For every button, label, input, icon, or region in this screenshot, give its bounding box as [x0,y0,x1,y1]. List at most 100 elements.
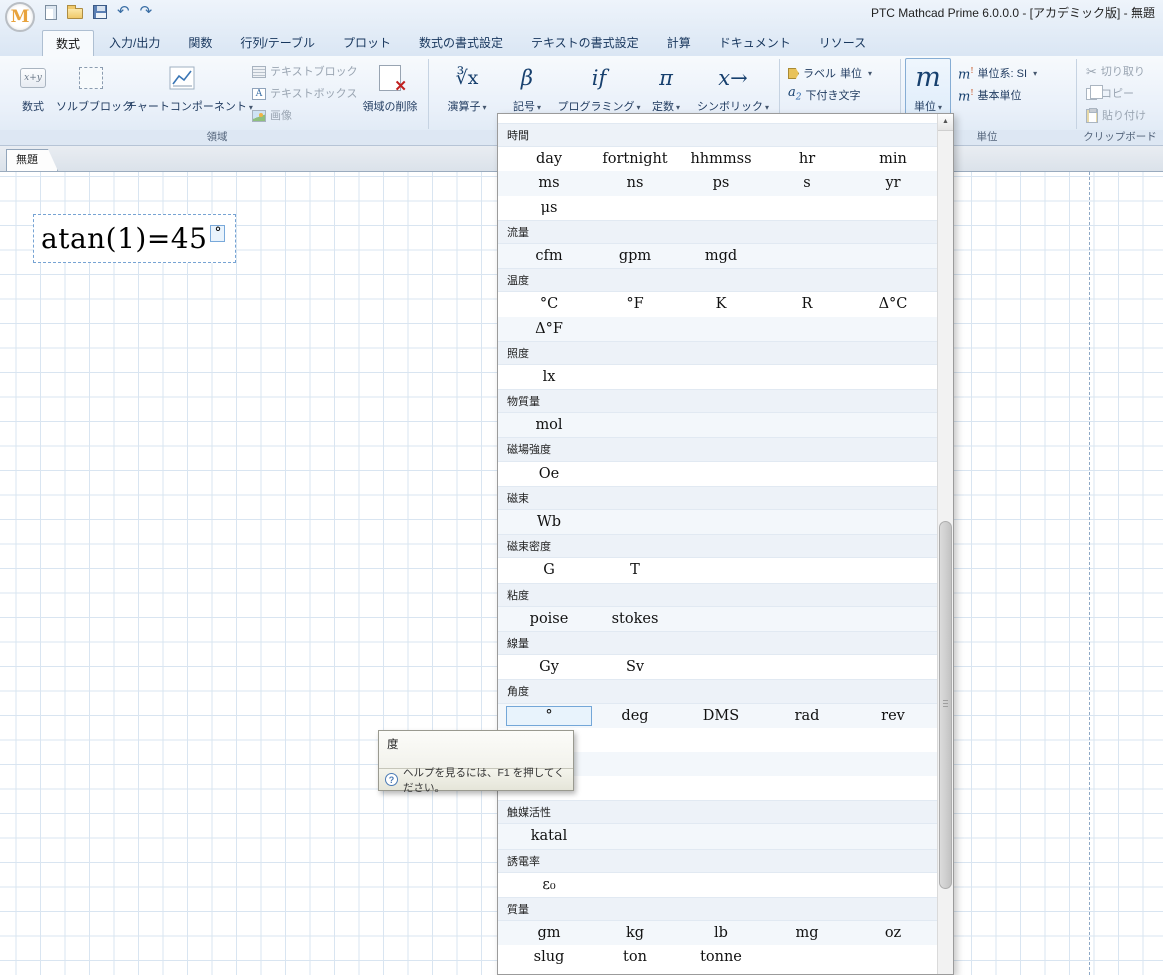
unit-option[interactable]: hr [764,147,850,171]
ribbon-tab-item[interactable]: プロット [330,30,404,56]
unit-option[interactable]: ps [678,171,764,195]
insert-math-label: 数式 [22,101,44,113]
document-tab[interactable]: 無題 [6,149,58,171]
unit-system-dropdown[interactable]: m! 単位系: SI ▾ [958,64,1037,83]
unit-option[interactable]: s [764,171,850,195]
unit-option[interactable]: μs [506,196,592,220]
unit-option[interactable]: lx [506,365,592,389]
ribbon-tab-item[interactable]: 関数 [175,30,225,56]
subscript-icon: a2 [788,85,802,103]
paste-button[interactable]: 貼り付け [1086,106,1146,125]
unit-option[interactable]: slug [506,945,592,969]
unit-category-header: 磁場強度 [498,437,937,462]
unit-option[interactable]: mg [764,921,850,945]
unit-option[interactable]: Gy [506,655,592,679]
unit-option[interactable]: fortnight [592,147,678,171]
delete-region-icon: ✕ [379,65,407,94]
delete-region-button[interactable]: ✕ 領域の削除 [356,59,424,129]
unit-option[interactable]: DMS [678,704,764,728]
unit-option[interactable]: day [506,147,592,171]
unit-option[interactable]: °F [592,292,678,316]
math-region-icon: x+y [20,68,46,88]
unit-option[interactable]: Δ°C [850,292,936,316]
undo-icon[interactable]: ↶ [117,4,130,20]
unit-option[interactable]: rad [764,704,850,728]
ribbon-tab-item[interactable]: 数式の書式設定 [406,30,516,56]
unit-option[interactable]: rev [850,704,936,728]
unit-system-icon: m! [958,66,974,83]
copy-icon [1086,84,1103,100]
insert-image-button[interactable]: 画像 [252,106,292,125]
equation-unit-placeholder[interactable]: ° [210,225,226,242]
ribbon-tab-item[interactable]: 行列/テーブル [227,30,328,56]
unit-option[interactable]: katal [506,824,592,848]
ribbon-tab-active[interactable]: 数式 [42,30,95,56]
unit-option[interactable]: deg [592,704,678,728]
base-units-button[interactable]: m! 基本単位 [958,86,1022,105]
unit-option[interactable]: lb [678,921,764,945]
unit-option[interactable]: oz [850,921,936,945]
tooltip-title: 度 [387,739,399,751]
unit-row: lx [498,364,937,390]
chart-component-button[interactable]: チャートコンポーネント ▾ [126,59,253,129]
redo-icon[interactable]: ↷ [140,4,153,20]
chart-icon [169,66,195,90]
unit-option[interactable]: hhmmss [678,147,764,171]
unit-option[interactable]: mol [506,413,592,437]
operators-button[interactable]: ∛x 演算子 ▾ [438,59,496,129]
unit-option[interactable]: gm [506,921,592,945]
unit-option[interactable]: cfm [506,244,592,268]
unit-category-header: 照度 [498,340,937,365]
base-units-icon: m! [958,88,974,105]
scroll-up-button[interactable]: ▲ [938,114,953,131]
save-icon[interactable] [93,5,107,19]
insert-image-label: 画像 [270,109,292,122]
text-block-label: テキストブロック [270,65,358,78]
unit-option[interactable]: Wb [506,510,592,534]
units-scrollbar[interactable]: ▲ [937,114,953,974]
unit-option-selected[interactable]: ° [506,705,592,726]
ribbon-tab-item[interactable]: 入力/出力 [96,30,173,56]
unit-option[interactable]: Δ°F [506,317,592,341]
unit-option[interactable]: gpm [592,244,678,268]
ribbon-tab-item[interactable]: 計算 [654,30,704,56]
app-menu-button[interactable]: M [5,2,35,32]
units-dropdown-panel: 時間 day fortnight hhmmss hr min ms ns ps s yr μs 流量 cf… [497,113,954,975]
unit-option[interactable]: Sv [592,655,678,679]
unit-option[interactable]: ton [592,945,678,969]
text-block-button[interactable]: テキストブロック [252,62,358,81]
copy-label: コピー [1101,87,1134,100]
unit-option[interactable]: min [850,147,936,171]
new-document-icon[interactable] [45,4,57,20]
unit-option[interactable]: K [678,292,764,316]
open-file-icon[interactable] [67,5,83,19]
solve-block-button[interactable]: ソルブブロック [56,59,133,129]
unit-option[interactable]: kg [592,921,678,945]
unit-option[interactable]: ns [592,171,678,195]
unit-option[interactable]: G [506,558,592,582]
unit-option[interactable]: ms [506,171,592,195]
scroll-thumb[interactable] [939,521,952,889]
cut-button[interactable]: ✂ 切り取り [1086,62,1145,81]
unit-option[interactable]: R [764,292,850,316]
unit-option[interactable]: mgd [678,244,764,268]
unit-option[interactable]: stokes [592,607,678,631]
ribbon-tab-item[interactable]: リソース [806,30,879,56]
unit-option[interactable]: tonne [678,945,764,969]
unit-option[interactable]: ε₀ [506,873,592,897]
insert-math-button[interactable]: x+y 数式 [10,59,56,129]
unit-category-header: 誘電率 [498,848,937,873]
copy-button[interactable]: コピー [1086,84,1134,103]
subscript-button[interactable]: a2 下付き文字 [788,85,861,105]
equation-region[interactable]: atan(1)=45 ° [33,214,236,263]
image-icon [252,109,266,122]
ribbon-tab-item[interactable]: ドキュメント [706,30,804,56]
unit-option[interactable]: poise [506,607,592,631]
ribbon-tab-item[interactable]: テキストの書式設定 [518,30,652,56]
unit-option[interactable]: °C [506,292,592,316]
unit-option[interactable]: yr [850,171,936,195]
unit-option[interactable]: Oe [506,462,592,486]
unit-option[interactable]: T [592,558,678,582]
labels-dropdown[interactable]: ラベル 単位 ▾ [788,64,872,83]
text-box-button[interactable]: A テキストボックス [252,84,357,103]
